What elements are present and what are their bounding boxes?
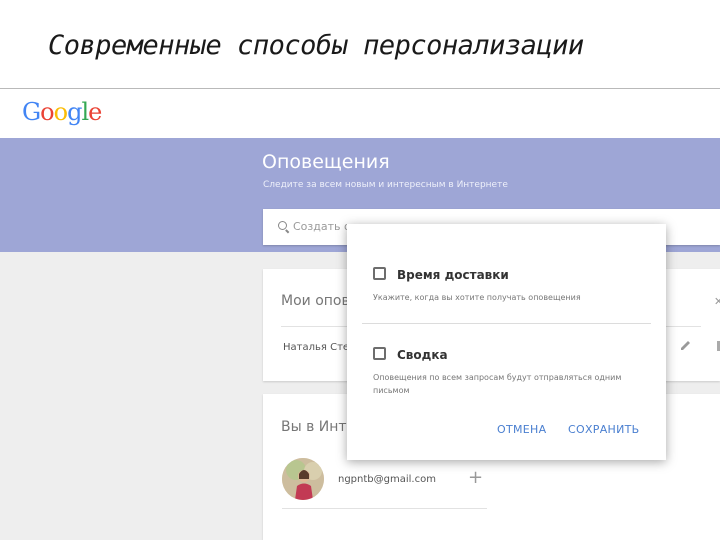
digest-label: Сводка <box>397 348 448 362</box>
account-email: ngpntb@gmail.com <box>338 474 436 485</box>
top-bar: Google <box>0 89 720 138</box>
page-subtitle: Следите за всем новым и интересным в Инт… <box>263 180 508 190</box>
page-title: Оповещения <box>262 151 390 173</box>
save-button[interactable]: СОХРАНИТЬ <box>568 423 640 436</box>
avatar <box>282 458 324 500</box>
google-logo[interactable]: Google <box>22 98 102 126</box>
email-divider <box>282 508 487 509</box>
edit-icon[interactable] <box>679 340 693 352</box>
delivery-time-checkbox[interactable] <box>373 267 386 280</box>
settings-icon[interactable]: ✕ <box>714 295 720 308</box>
digest-description: Оповещения по всем запросам будут отправ… <box>373 373 622 382</box>
slide-title: Современные способы персонализации <box>48 30 584 61</box>
digest-description-line2: письмом <box>373 386 410 395</box>
cancel-button[interactable]: ОТМЕНА <box>497 423 546 436</box>
delivery-settings-dialog: Время доставки Укажите, когда вы хотите … <box>347 224 666 460</box>
digest-checkbox[interactable] <box>373 347 386 360</box>
delivery-time-label: Время доставки <box>397 268 509 282</box>
search-icon <box>278 221 287 230</box>
delivery-time-description: Укажите, когда вы хотите получать оповещ… <box>373 293 581 302</box>
dialog-divider <box>362 323 651 324</box>
add-icon[interactable]: + <box>468 467 483 488</box>
